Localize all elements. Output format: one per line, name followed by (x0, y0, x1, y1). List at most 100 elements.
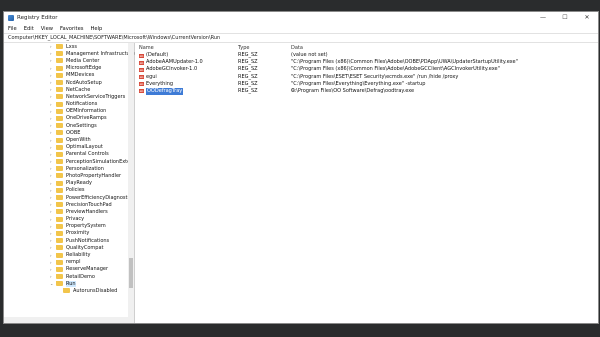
value-row[interactable]: ab AdobeGCInvoker-1.0 REG_SZ "C:\Program Fi… (135, 66, 598, 73)
chevron-right-icon[interactable]: › (50, 159, 52, 164)
tree-item[interactable]: › PrecisionTouchPad (4, 201, 134, 208)
tree-item[interactable]: › OEMInformation (4, 108, 134, 115)
tree-item[interactable]: › QualityCompat (4, 244, 134, 251)
tree-item[interactable]: › rempl (4, 259, 134, 266)
chevron-right-icon[interactable]: › (50, 152, 52, 157)
chevron-right-icon[interactable]: › (50, 116, 52, 121)
chevron-right-icon[interactable]: › (50, 181, 52, 186)
chevron-right-icon[interactable]: › (50, 253, 52, 258)
chevron-right-icon[interactable]: › (50, 188, 52, 193)
tree-horizontal-scrollbar[interactable] (4, 317, 134, 323)
tree-item[interactable]: › Media Center (4, 57, 134, 64)
string-value-icon: ab (139, 75, 144, 80)
chevron-right-icon[interactable]: › (50, 94, 52, 99)
menu-view[interactable]: View (41, 26, 53, 32)
tree-item[interactable]: › PropertySystem (4, 223, 134, 230)
tree-item[interactable]: › PerceptionSimulationExten (4, 158, 134, 165)
tree-item[interactable]: › OOBE (4, 129, 134, 136)
tree-item[interactable]: › Proximity (4, 230, 134, 237)
chevron-right-icon[interactable]: › (50, 231, 52, 236)
value-type: REG_SZ (238, 73, 258, 80)
tree-item[interactable]: › PowerEfficiencyDiagnostic (4, 194, 134, 201)
chevron-right-icon[interactable]: › (50, 195, 52, 200)
chevron-right-icon[interactable]: › (50, 58, 52, 63)
tree-item[interactable]: › OneSettings (4, 122, 134, 129)
tree-item[interactable]: › Notifications (4, 101, 134, 108)
folder-icon (56, 159, 63, 165)
tree-item[interactable]: › MMDevices (4, 72, 134, 79)
tree-item[interactable]: AutorunsDisabled (4, 287, 134, 294)
tree-item[interactable]: › Lxss (4, 43, 134, 50)
chevron-right-icon[interactable]: › (50, 224, 52, 229)
chevron-right-icon[interactable]: › (50, 145, 52, 150)
menu-edit[interactable]: Edit (24, 26, 34, 32)
chevron-right-icon[interactable]: › (50, 80, 52, 85)
value-data: C:\Program Files\OO Software\Defrag\oodt… (291, 87, 415, 94)
chevron-right-icon[interactable]: › (50, 102, 52, 107)
tree-item[interactable]: › OpenWith (4, 136, 134, 143)
minimize-button[interactable]: — (532, 12, 554, 24)
chevron-right-icon[interactable]: › (50, 109, 52, 114)
chevron-right-icon[interactable]: › (50, 209, 52, 214)
tree-item-run[interactable]: ⌄ Run (4, 280, 134, 287)
tree-item[interactable]: › Privacy (4, 216, 134, 223)
address-bar[interactable]: Computer\HKEY_LOCAL_MACHINE\SOFTWARE\Mic… (4, 33, 598, 43)
chevron-right-icon[interactable]: › (50, 274, 52, 279)
chevron-right-icon[interactable]: › (50, 123, 52, 128)
chevron-right-icon[interactable]: › (50, 238, 52, 243)
chevron-right-icon[interactable]: › (50, 166, 52, 171)
value-row[interactable]: ab (Default) REG_SZ (value not set) (135, 52, 598, 59)
value-data: "C:\Program Files (x86)\Common Files\Ado… (291, 66, 500, 73)
chevron-right-icon[interactable]: › (50, 267, 52, 272)
close-button[interactable]: ✕ (576, 12, 598, 24)
tree-item[interactable]: › NetworkServiceTriggers (4, 93, 134, 100)
tree-item[interactable]: › ReserveManager (4, 266, 134, 273)
value-row[interactable]: ab egui REG_SZ "C:\Program Files\ESET\ESET … (135, 74, 598, 81)
chevron-right-icon[interactable]: › (50, 73, 52, 78)
value-row[interactable]: ab Everything REG_SZ "C:\Program Files\Ever… (135, 81, 598, 88)
chevron-right-icon[interactable]: › (50, 245, 52, 250)
chevron-right-icon[interactable]: › (50, 51, 52, 56)
column-header-data[interactable]: Data (291, 45, 303, 51)
folder-icon (56, 144, 63, 150)
tree-item[interactable]: › Personalization (4, 165, 134, 172)
tree-item[interactable]: › OneDriveRamps (4, 115, 134, 122)
menu-help[interactable]: Help (90, 26, 102, 32)
chevron-right-icon[interactable]: › (50, 87, 52, 92)
column-header-name[interactable]: Name (139, 45, 154, 51)
tree-item[interactable]: › NcdAutoSetup (4, 79, 134, 86)
chevron-right-icon[interactable]: › (50, 260, 52, 265)
chevron-right-icon[interactable]: › (50, 130, 52, 135)
tree-item[interactable]: › Reliability (4, 251, 134, 258)
tree-item[interactable]: › RetailDemo (4, 273, 134, 280)
scrollbar-thumb[interactable] (129, 258, 133, 288)
menu-favorites[interactable]: Favorites (60, 26, 83, 32)
tree-item[interactable]: › Management Infrastructure (4, 50, 135, 57)
tree-vertical-scrollbar[interactable] (128, 43, 134, 323)
tree-item[interactable]: › MicrosoftEdge (4, 65, 134, 72)
folder-icon (56, 274, 63, 280)
chevron-right-icon[interactable]: › (50, 66, 52, 71)
tree-item[interactable]: › PushNotifications (4, 237, 134, 244)
chevron-right-icon[interactable]: › (50, 173, 52, 178)
column-header-type[interactable]: Type (238, 45, 249, 51)
tree-item[interactable]: › PlayReady (4, 180, 134, 187)
tree-item[interactable]: › PhotoPropertyHandler (4, 172, 134, 179)
tree-item[interactable]: › Policies (4, 187, 134, 194)
chevron-right-icon[interactable]: › (50, 138, 52, 143)
tree-item[interactable]: › Parental Controls (4, 151, 134, 158)
value-type: REG_SZ (238, 80, 258, 87)
tree-item[interactable]: › PreviewHandlers (4, 208, 134, 215)
maximize-button[interactable]: ☐ (554, 12, 576, 24)
registry-app-icon (8, 15, 14, 21)
tree-item[interactable]: › OptimalLayout (4, 144, 134, 151)
tree-item[interactable]: › NetCache (4, 86, 134, 93)
chevron-down-icon[interactable]: ⌄ (50, 281, 53, 286)
value-row[interactable]: ab AdobeAAMUpdater-1.0 REG_SZ "C:\Program F… (135, 59, 598, 66)
chevron-right-icon[interactable]: › (50, 44, 52, 49)
chevron-right-icon[interactable]: › (50, 202, 52, 207)
value-name-edit[interactable]: OODefragTray (146, 87, 184, 96)
value-row-selected[interactable]: ab OODefragTray REG_SZ C:\Program Files\OO … (135, 87, 598, 96)
menu-file[interactable]: File (8, 26, 17, 32)
chevron-right-icon[interactable]: › (50, 217, 52, 222)
